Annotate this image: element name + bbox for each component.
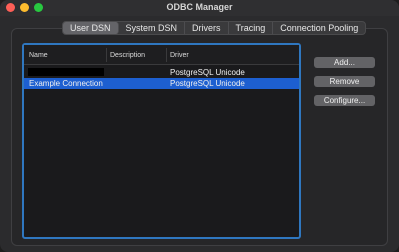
row-driver: PostgreSQL Unicode <box>170 68 245 77</box>
tab-user-dsn[interactable]: User DSN <box>63 22 119 34</box>
column-header-description[interactable]: Description <box>110 52 145 59</box>
redacted-name-block <box>28 68 104 76</box>
configure-button[interactable]: Configure... <box>314 95 375 106</box>
dsn-table[interactable]: Name Description Driver PostgreSQL Unico… <box>22 43 301 239</box>
remove-button[interactable]: Remove <box>314 76 375 87</box>
table-row-selected[interactable]: Example Connection PostgreSQL Unicode <box>24 78 299 89</box>
table-row[interactable]: PostgreSQL Unicode <box>24 67 299 78</box>
title-bar: ODBC Manager <box>0 0 399 16</box>
tab-connection-pooling[interactable]: Connection Pooling <box>273 22 365 34</box>
window-title: ODBC Manager <box>166 2 233 12</box>
odbc-manager-window: ODBC Manager User DSN System DSN Drivers… <box>0 0 399 252</box>
column-header-driver[interactable]: Driver <box>170 52 189 59</box>
add-button[interactable]: Add... <box>314 57 375 68</box>
column-header-name[interactable]: Name <box>29 52 48 59</box>
row-driver: PostgreSQL Unicode <box>170 79 245 88</box>
column-divider <box>106 48 107 62</box>
tab-tracing[interactable]: Tracing <box>229 22 274 34</box>
tab-drivers[interactable]: Drivers <box>185 22 229 34</box>
row-name: Example Connection <box>29 79 103 88</box>
table-header: Name Description Driver <box>24 45 299 65</box>
tab-bar: User DSN System DSN Drivers Tracing Conn… <box>62 21 367 35</box>
column-divider <box>166 48 167 62</box>
tab-system-dsn[interactable]: System DSN <box>119 22 186 34</box>
